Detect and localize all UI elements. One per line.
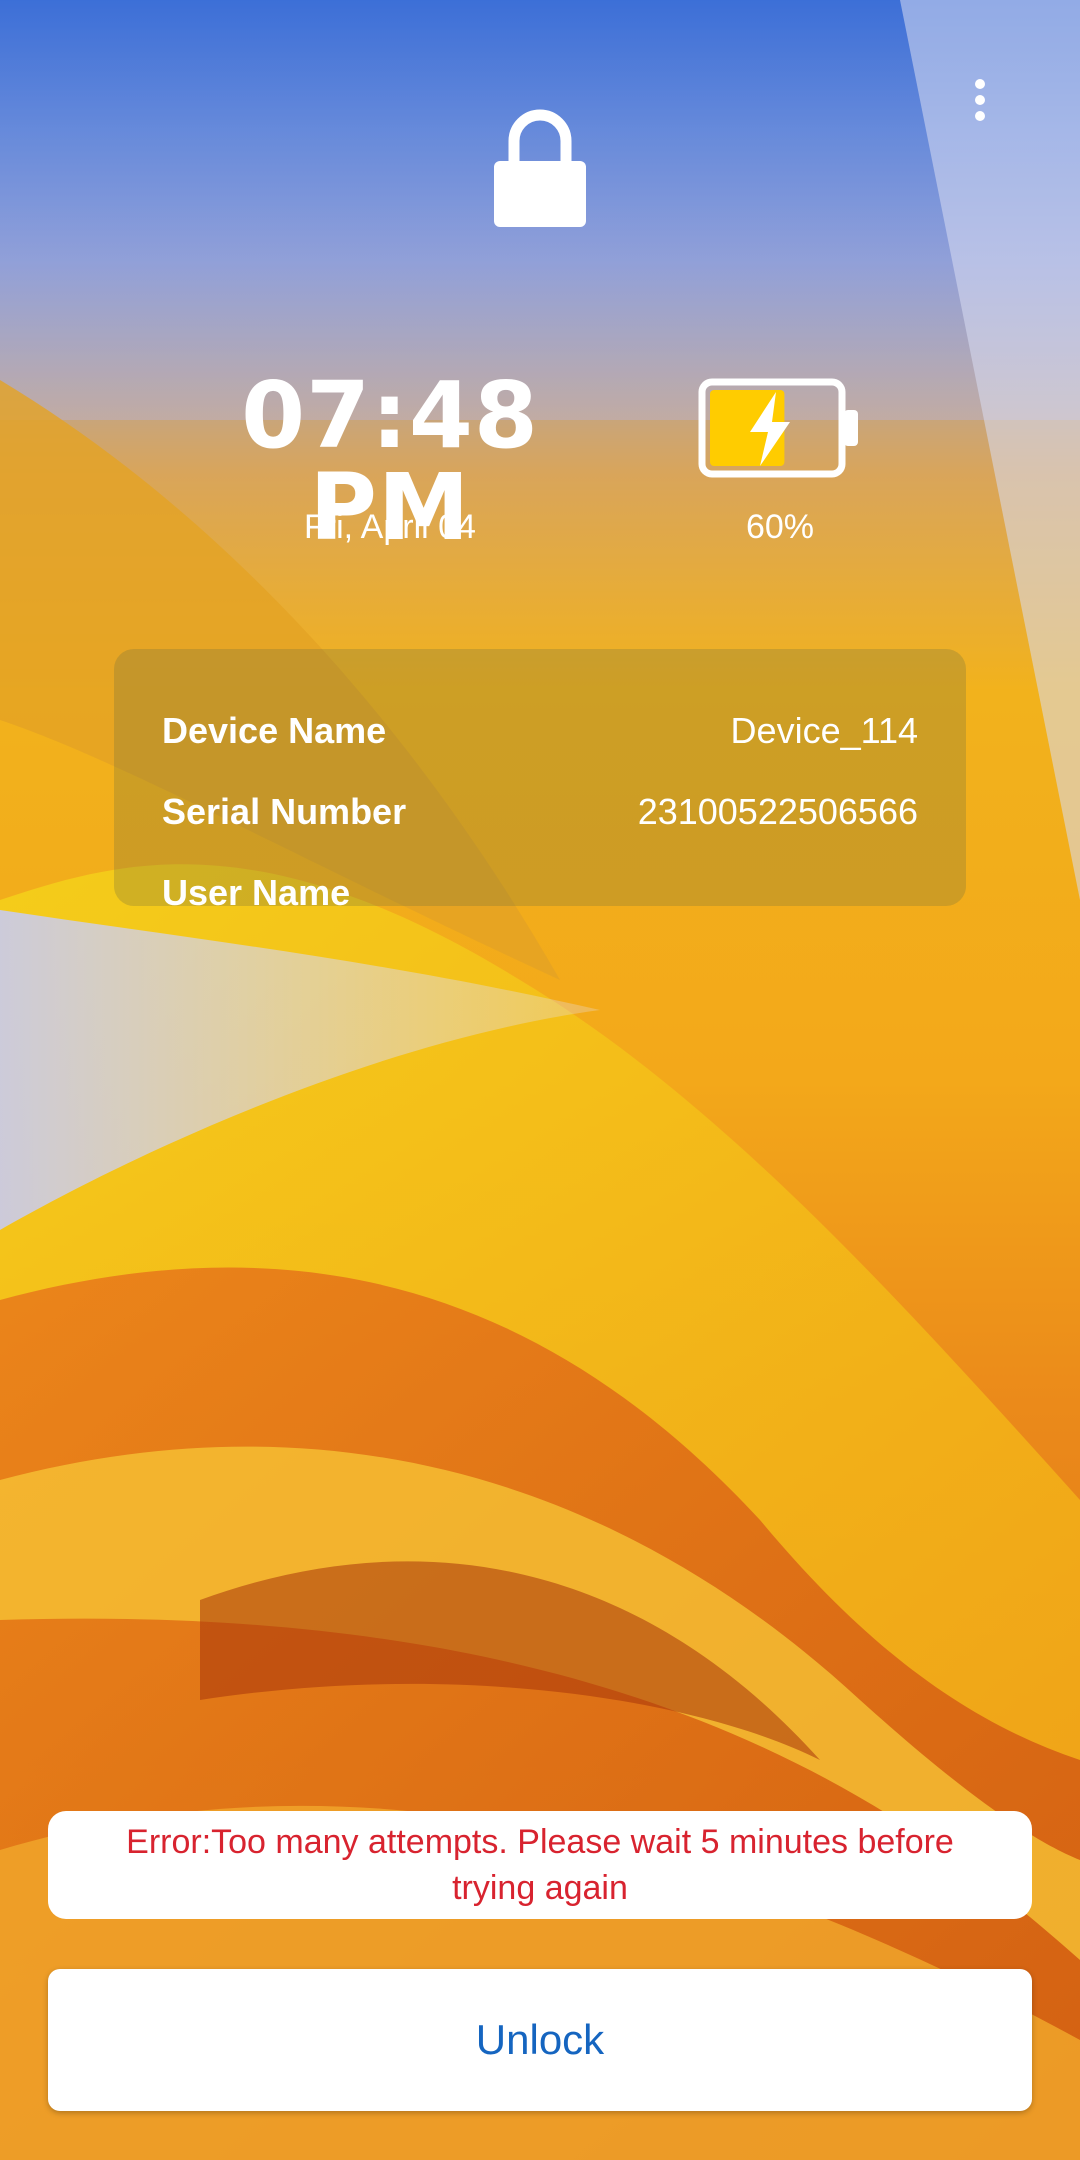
user-name-label: User Name — [162, 872, 351, 913]
unlock-button-label: Unlock — [475, 2016, 605, 2063]
lock-icon — [494, 109, 586, 227]
more-vert-icon[interactable] — [960, 70, 1000, 130]
serial-number-value: 23100522506566 — [637, 791, 918, 832]
device-name-label: Device Name — [162, 710, 387, 751]
device-info-card: Device Name Device_114 Serial Number 231… — [114, 649, 966, 913]
serial-number-label: Serial Number — [162, 791, 407, 832]
clock-date: Fri, April 04 — [304, 508, 476, 546]
battery-percent: 60% — [745, 508, 815, 546]
error-message-box: Error:Too many attempts. Please wait 5 m… — [48, 1811, 1032, 1919]
battery-charging-icon — [698, 378, 858, 478]
device-name-row: Device Name Device_114 — [162, 706, 918, 756]
device-name-value: Device_114 — [730, 710, 918, 751]
user-name-row: User Name — [162, 868, 918, 918]
menu-dot — [975, 111, 985, 121]
menu-dot — [975, 95, 985, 105]
menu-dot — [975, 79, 985, 89]
unlock-button[interactable]: Unlock — [48, 1969, 1032, 2111]
serial-number-row: Serial Number 23100522506566 — [162, 787, 918, 837]
error-message: Error:Too many attempts. Please wait 5 m… — [126, 1823, 954, 1907]
